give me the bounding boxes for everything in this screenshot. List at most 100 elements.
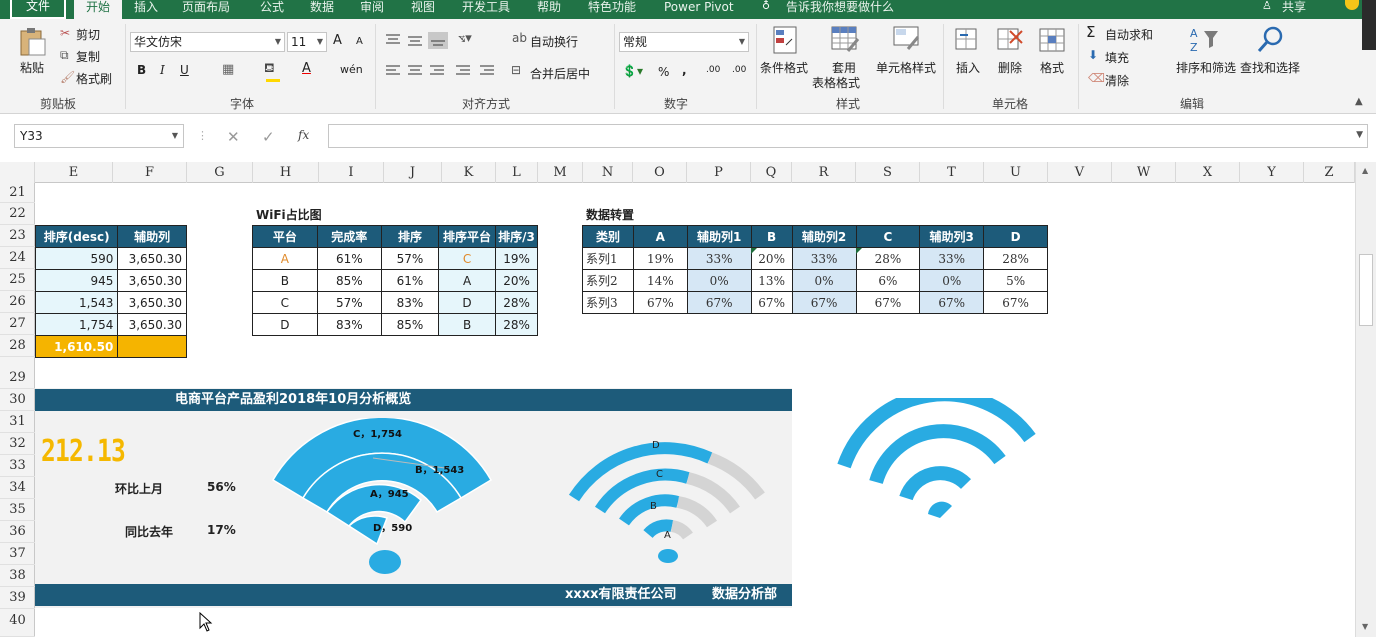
column-header[interactable]: P bbox=[687, 162, 751, 183]
row-header[interactable]: 24 bbox=[0, 247, 35, 269]
table-cell[interactable]: 系列3 bbox=[582, 291, 634, 314]
font-size-select[interactable]: 11 ▼ bbox=[287, 32, 327, 52]
row-header[interactable]: 28 bbox=[0, 335, 35, 357]
table-cell[interactable]: 5% bbox=[983, 269, 1048, 292]
table-cell[interactable]: 3,650.30 bbox=[117, 269, 187, 292]
table-cell[interactable]: 14% bbox=[632, 269, 688, 292]
total-cell[interactable]: 1,610.50 bbox=[34, 335, 119, 358]
table-cell[interactable]: 67% bbox=[750, 291, 793, 314]
row-header[interactable]: 21 bbox=[0, 183, 35, 203]
autosum-button[interactable]: 自动求和 bbox=[1105, 26, 1153, 43]
column-header[interactable]: L bbox=[496, 162, 538, 183]
row-header[interactable]: 33 bbox=[0, 455, 35, 477]
fill-button[interactable]: 填充 bbox=[1105, 49, 1129, 66]
row-header[interactable]: 39 bbox=[0, 587, 35, 609]
table-header-cell[interactable]: 平台 bbox=[252, 225, 318, 248]
row-header[interactable]: 26 bbox=[0, 291, 35, 313]
wifi-chart-2[interactable]: D C B A bbox=[560, 428, 775, 568]
sort-filter-button[interactable]: 排序和筛选 bbox=[1176, 59, 1236, 76]
table-cell[interactable]: 系列1 bbox=[582, 247, 634, 270]
table-cell[interactable]: 67% bbox=[919, 291, 985, 314]
table-cell[interactable]: 67% bbox=[983, 291, 1048, 314]
wifi-dot[interactable] bbox=[658, 549, 678, 563]
row-header[interactable]: 31 bbox=[0, 411, 35, 433]
increase-decimal-button[interactable]: .00 bbox=[706, 65, 720, 75]
table-cell[interactable]: 61% bbox=[316, 247, 382, 270]
scrollbar-thumb[interactable] bbox=[1359, 254, 1373, 326]
column-header[interactable]: Q bbox=[751, 162, 792, 183]
row-header[interactable]: 32 bbox=[0, 433, 35, 455]
table-cell[interactable]: 28% bbox=[495, 313, 538, 336]
row-header[interactable]: 30 bbox=[0, 389, 35, 411]
font-name-select[interactable]: 华文仿宋 ▼ bbox=[130, 32, 285, 52]
format-cells-button[interactable]: 格式 bbox=[1040, 59, 1064, 76]
phonetic-button[interactable]: wén bbox=[340, 63, 363, 76]
table-cell[interactable]: 67% bbox=[686, 291, 752, 314]
row-header[interactable]: 25 bbox=[0, 269, 35, 291]
comma-button[interactable]: , bbox=[682, 63, 687, 77]
grow-font-button[interactable]: A bbox=[333, 33, 342, 48]
table-cell[interactable]: 3,650.30 bbox=[117, 247, 187, 270]
row-header[interactable]: 27 bbox=[0, 313, 35, 335]
enter-entry-button[interactable]: ✓ bbox=[262, 128, 275, 146]
delete-cells-button[interactable]: 删除 bbox=[998, 59, 1022, 76]
column-header[interactable]: E bbox=[35, 162, 113, 183]
table-cell[interactable]: 590 bbox=[34, 247, 119, 270]
row-header[interactable]: 34 bbox=[0, 477, 35, 499]
table-header-cell[interactable]: 辅助列1 bbox=[686, 225, 752, 248]
column-header[interactable]: F bbox=[113, 162, 187, 183]
table-cell[interactable]: 20% bbox=[750, 247, 793, 270]
table-cell[interactable]: C bbox=[252, 291, 318, 314]
column-header[interactable]: W bbox=[1112, 162, 1176, 183]
chart2-a-rest[interactable] bbox=[670, 520, 693, 540]
row-header[interactable]: 23 bbox=[0, 225, 35, 247]
column-header[interactable]: H bbox=[253, 162, 319, 183]
italic-button[interactable]: I bbox=[160, 63, 165, 77]
table-header-cell[interactable]: C bbox=[855, 225, 921, 248]
scroll-up-icon[interactable]: ▲ bbox=[1362, 166, 1368, 175]
table-header-cell[interactable]: A bbox=[632, 225, 688, 248]
table-cell[interactable]: A bbox=[252, 247, 318, 270]
table-header-cell[interactable]: 辅助列2 bbox=[791, 225, 857, 248]
table-cell[interactable]: 33% bbox=[791, 247, 857, 270]
tab-review[interactable]: 审阅 bbox=[360, 0, 384, 19]
table-cell[interactable]: 85% bbox=[380, 313, 440, 336]
table-cell[interactable]: D bbox=[438, 291, 497, 314]
table-header-cell[interactable]: 排序(desc) bbox=[34, 225, 119, 248]
table-cell[interactable]: 19% bbox=[632, 247, 688, 270]
bold-button[interactable]: B bbox=[137, 63, 146, 77]
column-header[interactable]: T bbox=[920, 162, 984, 183]
table-cell[interactable]: 33% bbox=[686, 247, 752, 270]
column-header[interactable]: Y bbox=[1240, 162, 1304, 183]
expand-formula-icon[interactable]: ▼ bbox=[1356, 130, 1363, 140]
column-header[interactable]: X bbox=[1176, 162, 1240, 183]
table-cell[interactable]: 20% bbox=[495, 269, 538, 292]
table-cell[interactable]: 28% bbox=[495, 291, 538, 314]
vertical-align-icons[interactable] bbox=[384, 31, 454, 49]
table-cell[interactable]: B bbox=[252, 269, 318, 292]
tab-insert[interactable]: 插入 bbox=[134, 0, 158, 19]
tab-data[interactable]: 数据 bbox=[310, 0, 334, 19]
table-cell[interactable]: 19% bbox=[495, 247, 538, 270]
column-header[interactable]: I bbox=[319, 162, 384, 183]
tab-developer[interactable]: 开发工具 bbox=[462, 0, 510, 19]
select-all-corner[interactable] bbox=[0, 162, 35, 183]
scroll-down-icon[interactable]: ▼ bbox=[1362, 622, 1368, 631]
font-color-icon[interactable]: A bbox=[302, 61, 311, 76]
table-header-cell[interactable]: 辅助列 bbox=[117, 225, 187, 248]
table-cell[interactable]: 28% bbox=[983, 247, 1048, 270]
column-header[interactable]: R bbox=[792, 162, 856, 183]
table-cell[interactable]: 33% bbox=[919, 247, 985, 270]
conditional-format-button[interactable]: 条件格式 bbox=[760, 59, 808, 76]
table-header-cell[interactable]: 类别 bbox=[582, 225, 634, 248]
tab-home[interactable]: 开始 bbox=[74, 0, 122, 19]
table-cell[interactable]: C bbox=[438, 247, 497, 270]
table-cell[interactable] bbox=[117, 335, 187, 358]
tab-features[interactable]: 特色功能 bbox=[588, 0, 636, 19]
cut-button[interactable]: 剪切 bbox=[76, 26, 100, 43]
table-cell[interactable]: 13% bbox=[750, 269, 793, 292]
table-cell[interactable]: 6% bbox=[855, 269, 921, 292]
percent-button[interactable]: % bbox=[658, 65, 669, 79]
table-header-cell[interactable]: D bbox=[983, 225, 1048, 248]
column-header[interactable]: K bbox=[442, 162, 496, 183]
